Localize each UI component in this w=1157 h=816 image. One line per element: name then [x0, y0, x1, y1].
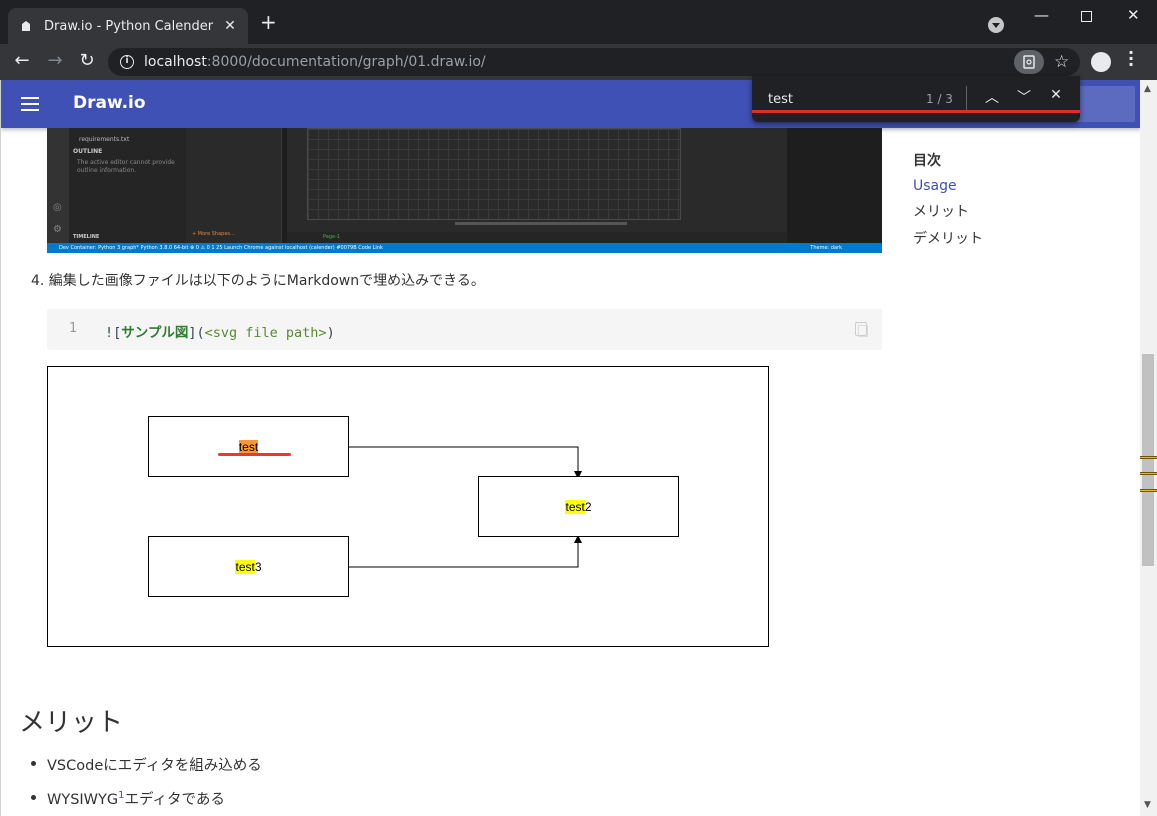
find-next-icon[interactable]: ﹀: [1014, 87, 1034, 107]
find-match: test: [565, 499, 585, 514]
settings-gear-icon: ⚙: [53, 224, 62, 235]
url-path: :8000/documentation/graph/01.draw.io/: [206, 54, 486, 70]
list-item: VSCodeにエディタを組み込める: [31, 754, 262, 775]
find-bar: test 1 / 3 ︿ ﹀ ✕: [752, 76, 1080, 122]
toc-title: 目次: [913, 153, 941, 169]
minimize-icon[interactable]: —: [1034, 6, 1049, 24]
shapes-panel: + More Shapes...: [186, 128, 282, 243]
browser-titlebar: Draw.io - Python Calender ✕ + — ✕: [0, 0, 1157, 44]
diagram-node-2: test 2: [478, 476, 679, 537]
edge-1-to-2: [348, 446, 582, 479]
page-tab-label: Page-1: [323, 234, 341, 240]
toc-item-usage[interactable]: Usage: [913, 178, 983, 194]
find-divider: [966, 86, 967, 110]
code-path: <svg file path>: [204, 325, 327, 341]
find-match-marker: [1140, 456, 1157, 459]
close-window-icon[interactable]: ✕: [1127, 6, 1140, 24]
find-match-count: 1 / 3: [926, 92, 953, 106]
toc-item-merit[interactable]: メリット: [913, 201, 983, 221]
code-prefix: ![: [105, 325, 122, 341]
find-in-page-icon[interactable]: [1014, 50, 1044, 74]
find-annotation-underline: [752, 110, 1080, 113]
scroll-down-icon[interactable]: ▼: [1144, 800, 1151, 810]
diagram-node-3: test 3: [148, 536, 349, 597]
find-match-current: test: [238, 439, 259, 454]
code-block: 1 ![サンプル図](<svg file path>): [47, 309, 882, 350]
copy-icon[interactable]: [855, 322, 868, 337]
bullet-text: エディタである: [124, 792, 225, 808]
canvas-grid: [307, 128, 681, 220]
find-match-marker: [1140, 489, 1157, 492]
edge-3-to-2: [348, 535, 582, 568]
page-scrollbar[interactable]: ▲ ▼: [1140, 80, 1157, 816]
timeline-label: TIMELINE: [73, 234, 100, 240]
browser-toolbar: ← → ↻ i localhost:8000/documentation/gra…: [0, 44, 1157, 80]
merit-list: VSCodeにエディタを組み込める WYSIWYG1エディタである: [31, 754, 262, 816]
outline-message: The active editor cannot provide outline…: [77, 159, 175, 174]
tab-search-icon[interactable]: [988, 17, 1004, 33]
profile-avatar-icon[interactable]: [1091, 52, 1111, 72]
line-number: 1: [69, 321, 77, 336]
table-of-contents: 目次 Usage メリット デメリット: [913, 150, 983, 255]
tab-close-icon[interactable]: ✕: [222, 18, 238, 34]
tab-title: Draw.io - Python Calender: [44, 18, 214, 34]
toc-item-demerit[interactable]: デメリット: [913, 228, 983, 248]
bullet-text: WYSIWYG: [47, 792, 119, 808]
reload-icon[interactable]: ↻: [75, 50, 99, 71]
back-icon[interactable]: ←: [10, 50, 34, 71]
code-suffix: ): [326, 325, 335, 341]
outline-label: OUTLINE: [73, 148, 103, 155]
find-input[interactable]: test: [768, 92, 793, 107]
new-tab-icon[interactable]: +: [260, 12, 277, 32]
code-mid: ](: [188, 325, 205, 341]
drawio-canvas: [287, 128, 787, 232]
diagram-node-1: test: [148, 416, 349, 477]
node-2-text: 2: [584, 499, 592, 514]
page-viewport: Draw.io ◎ ⚙ requirements.txt OUTLINE The…: [0, 80, 1140, 816]
browser-menu-icon[interactable]: · · ·: [1128, 45, 1134, 73]
sidebar-file: requirements.txt: [79, 136, 130, 143]
step-4-text: 4. 編集した画像ファイルは以下のようにMarkdownで埋め込みできる。: [31, 273, 485, 289]
merit-heading: メリット: [19, 708, 124, 738]
page-tabs-bar: Page-1: [287, 232, 787, 243]
forward-icon[interactable]: →: [43, 50, 67, 71]
find-match-marker: [1140, 472, 1157, 475]
status-text: Dev Container: Python 3 graph* Python 3.…: [59, 245, 383, 251]
code-label: サンプル図: [121, 325, 189, 341]
scrollbar-thumb[interactable]: [1142, 354, 1154, 566]
vscode-status-bar: Dev Container: Python 3 graph* Python 3.…: [47, 243, 882, 253]
explorer-panel: requirements.txt OUTLINE The active edit…: [69, 128, 186, 243]
find-close-icon[interactable]: ✕: [1046, 87, 1066, 103]
browser-tab[interactable]: Draw.io - Python Calender ✕: [8, 8, 248, 44]
address-bar[interactable]: i localhost:8000/documentation/graph/01.…: [108, 48, 1080, 76]
find-match: test: [235, 559, 255, 574]
status-theme: Theme: dark: [810, 245, 842, 251]
node-3-text: 3: [254, 559, 262, 574]
scroll-up-icon[interactable]: ▲: [1144, 84, 1151, 94]
vscode-screenshot-image: ◎ ⚙ requirements.txt OUTLINE The active …: [47, 128, 882, 253]
find-prev-icon[interactable]: ︿: [982, 87, 1002, 107]
menu-icon[interactable]: [21, 97, 39, 111]
more-shapes-label: + More Shapes...: [192, 231, 235, 237]
activity-bar: ◎ ⚙: [47, 128, 69, 243]
bookmark-star-icon[interactable]: ☆: [1054, 52, 1069, 72]
maximize-icon[interactable]: [1081, 8, 1092, 26]
drawio-favicon-icon: [18, 18, 34, 34]
canvas-scrollbar: [455, 222, 627, 225]
list-item: WYSIWYG1エディタである: [31, 788, 262, 809]
url-text[interactable]: localhost:8000/documentation/graph/01.dr…: [144, 54, 486, 70]
annotation-underline: [218, 453, 291, 456]
sample-diagram: test test 2 test 3: [47, 366, 769, 647]
code-line[interactable]: ![サンプル図](<svg file path>): [105, 321, 335, 341]
account-icon: ◎: [53, 202, 62, 213]
url-host: localhost: [144, 54, 207, 70]
site-title[interactable]: Draw.io: [73, 93, 146, 113]
info-icon[interactable]: i: [120, 55, 134, 69]
